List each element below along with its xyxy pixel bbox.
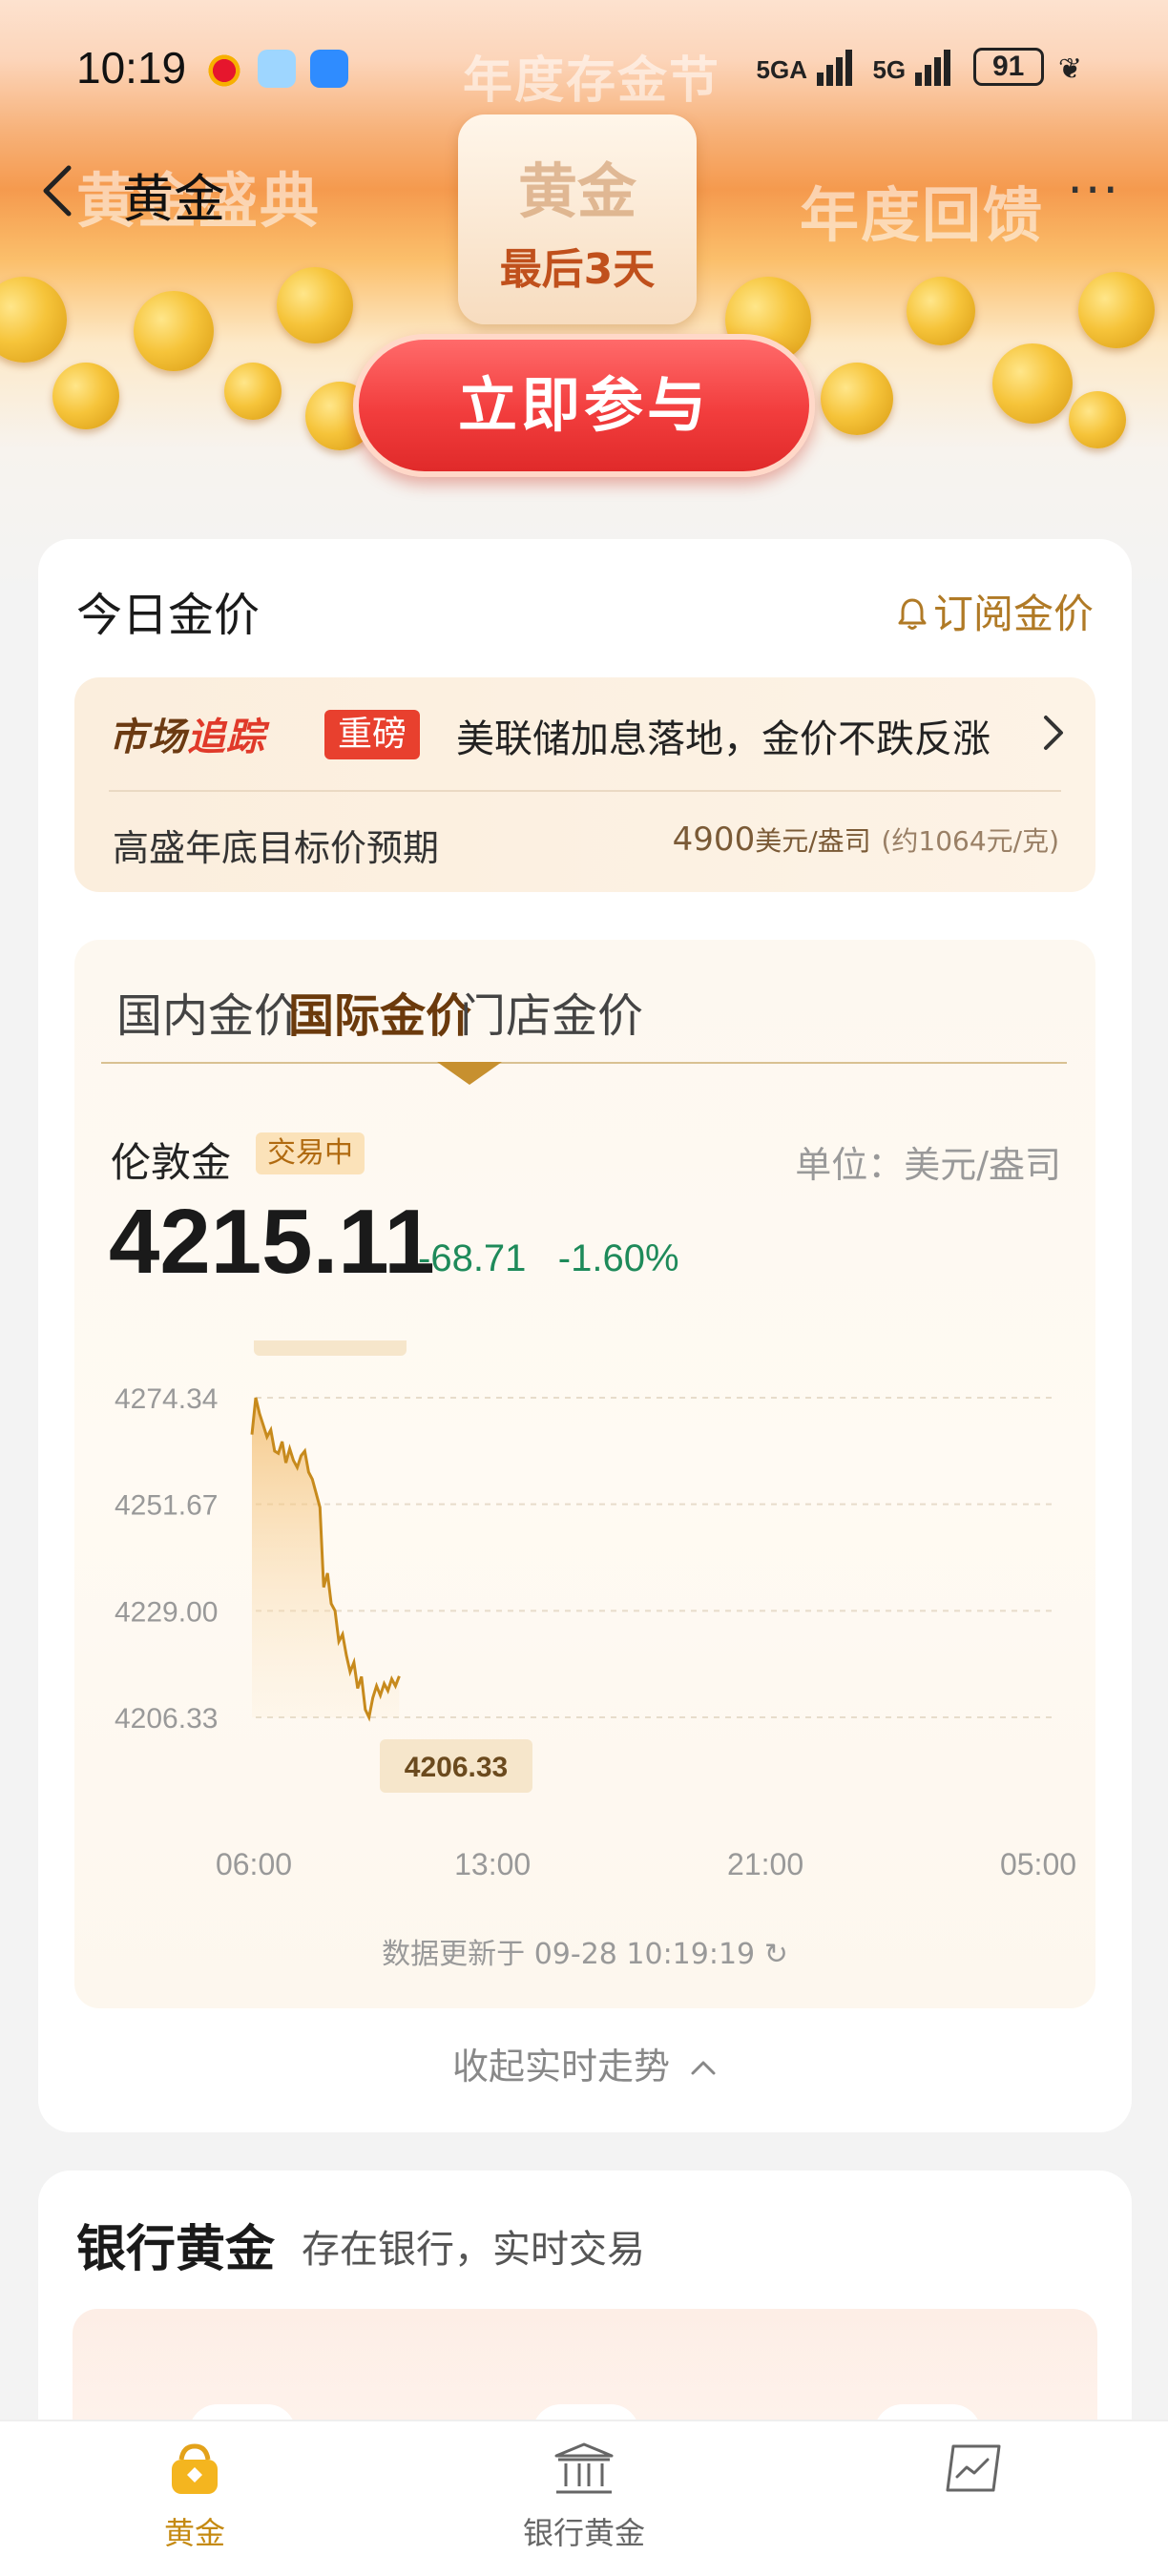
- y-tick-label: 4206.33: [115, 1703, 218, 1735]
- current-price: 4215.11: [109, 1191, 435, 1293]
- weibo-icon: [205, 50, 243, 88]
- y-tick-label: 4251.67: [115, 1490, 218, 1522]
- bottom-tab-market[interactable]: [859, 2439, 1088, 2509]
- bell-icon: [898, 598, 927, 630]
- updated-text: 数据更新于 09-28 10:19:19: [382, 1938, 756, 1971]
- trading-status-badge: 交易中: [256, 1132, 365, 1174]
- bank-gold-subtitle: 存在银行，实时交易: [302, 2228, 645, 2272]
- top-nav: 黄金 ···: [0, 143, 1168, 239]
- forecast-approx: (约1064元/克): [881, 825, 1059, 857]
- data-updated-time[interactable]: 数据更新于 09-28 10:19:19 ↻: [74, 1930, 1095, 1972]
- coin-icon: [52, 363, 119, 429]
- gold-page: 年度存金节 黄金盛典 年度回馈 黄金 最后3天 立即参与 10:19 5GA 5…: [0, 0, 1168, 2576]
- y-tick-label: 4274.34: [115, 1383, 218, 1415]
- important-badge: 重磅: [324, 710, 421, 759]
- forecast-unit: 美元/盎司: [755, 825, 871, 857]
- y-tick-label: 4229.00: [115, 1596, 218, 1628]
- svg-text:4206.33: 4206.33: [405, 1752, 508, 1783]
- subscribe-label: 订阅金价: [932, 591, 1094, 637]
- market-headline[interactable]: 美联储加息落地，金价不跌反涨: [456, 708, 991, 763]
- change-amount: -68.71: [418, 1237, 527, 1279]
- x-tick-label: 21:00: [727, 1847, 803, 1881]
- logo-part1: 市场: [109, 716, 187, 759]
- today-price-title: 今日金价: [76, 589, 261, 642]
- signal-icon: [912, 50, 951, 86]
- tab-store[interactable]: 门店金价: [460, 978, 643, 1045]
- network-5ga-label: 5GA: [756, 55, 807, 84]
- calendar-countdown: 最后3天: [499, 245, 656, 294]
- forecast-label: 高盛年底目标价预期: [113, 827, 440, 869]
- coin-icon: [992, 343, 1073, 424]
- qq-icon: [258, 50, 296, 88]
- intraday-price-chart[interactable]: 4274.34 4251.67 4229.00 4206.33 06:00 13:00 2…: [74, 1340, 1095, 1894]
- back-arrow-icon[interactable]: [38, 162, 76, 219]
- market-tracking-logo: 市场追踪: [109, 706, 265, 761]
- bank-icon: [554, 2442, 614, 2494]
- status-bar: 10:19 5GA 5G 91 ❦: [0, 0, 1168, 134]
- signal-icon: [814, 50, 853, 86]
- gold-bag-icon: [172, 2443, 218, 2494]
- bottom-tab-bank-gold[interactable]: 银行黄金: [469, 2439, 699, 2553]
- coin-icon: [1078, 272, 1155, 348]
- bank-gold-title: 银行黄金: [76, 2221, 276, 2278]
- change-percent: -1.60%: [557, 1237, 679, 1279]
- metal-name: 伦敦金: [111, 1139, 232, 1186]
- coin-icon: [277, 267, 353, 343]
- today-price-card: 今日金价 订阅金价 市场追踪 重磅 美联储加息落地，金价不跌反涨 高盛年底目标价…: [38, 539, 1132, 2132]
- status-indicators: 5GA 5G 91 ❦: [757, 48, 1082, 86]
- bottom-tab-gold-label: 黄金: [163, 2515, 225, 2551]
- low-price-callout: 4206.33: [380, 1739, 532, 1793]
- bottom-tab-bank-gold-label: 银行黄金: [522, 2515, 645, 2551]
- price-chart-panel: 国内金价 国际金价 门店金价 伦敦金 交易中 单位：美元/盎司 4215.11 …: [74, 940, 1095, 2008]
- logo-part2: 追踪: [187, 716, 265, 759]
- subscribe-price-link[interactable]: 订阅金价: [897, 582, 1094, 640]
- high-price-callout: 4274.35: [254, 1340, 407, 1356]
- collapse-label: 收起实时走势: [451, 2046, 670, 2088]
- network-5g-label: 5G: [872, 55, 907, 84]
- bottom-nav: 黄金 银行黄金: [0, 2420, 1168, 2576]
- page-title: 黄金: [122, 169, 225, 229]
- bottom-tab-gold[interactable]: 黄金: [80, 2439, 309, 2553]
- more-menu-icon[interactable]: ···: [1067, 162, 1120, 219]
- price-change: -68.71 -1.60%: [418, 1237, 679, 1280]
- join-now-button[interactable]: 立即参与: [353, 334, 815, 477]
- chevron-right-icon[interactable]: [1042, 714, 1065, 752]
- tab-domestic[interactable]: 国内金价: [116, 978, 300, 1045]
- coin-icon: [134, 291, 214, 371]
- x-tick-label: 05:00: [1000, 1847, 1076, 1881]
- price-unit: 单位：美元/盎司: [795, 1144, 1061, 1186]
- refresh-icon[interactable]: ↻: [764, 1938, 788, 1971]
- x-tick-label: 06:00: [216, 1847, 292, 1881]
- chevron-up-icon: [691, 2061, 716, 2075]
- coin-icon: [224, 363, 282, 420]
- leaf-icon: ❦: [1057, 53, 1082, 85]
- price-tabs: 国内金价 国际金价 门店金价: [101, 978, 1067, 1085]
- coin-icon: [907, 277, 975, 345]
- collapse-trend-button[interactable]: 收起实时走势: [38, 2037, 1132, 2089]
- active-tab-indicator: [437, 1062, 502, 1085]
- chart-card-icon: [946, 2444, 1001, 2492]
- battery-icon: 91: [972, 48, 1044, 86]
- coin-icon: [1069, 391, 1126, 448]
- svg-text:4274.35: 4274.35: [279, 1340, 382, 1346]
- status-time: 10:19: [76, 43, 187, 93]
- coin-icon: [821, 363, 893, 435]
- forecast-number: 4900: [672, 821, 756, 859]
- x-tick-label: 13:00: [454, 1847, 531, 1881]
- tab-international[interactable]: 国际金价: [288, 978, 471, 1045]
- coin-icon: [0, 277, 67, 363]
- market-tracking-box[interactable]: 市场追踪 重磅 美联储加息落地，金价不跌反涨 高盛年底目标价预期 4900美元/…: [74, 677, 1095, 892]
- message-icon: [310, 50, 348, 88]
- divider: [109, 790, 1061, 792]
- forecast-value: 4900美元/盎司 (约1064元/克): [673, 821, 1059, 859]
